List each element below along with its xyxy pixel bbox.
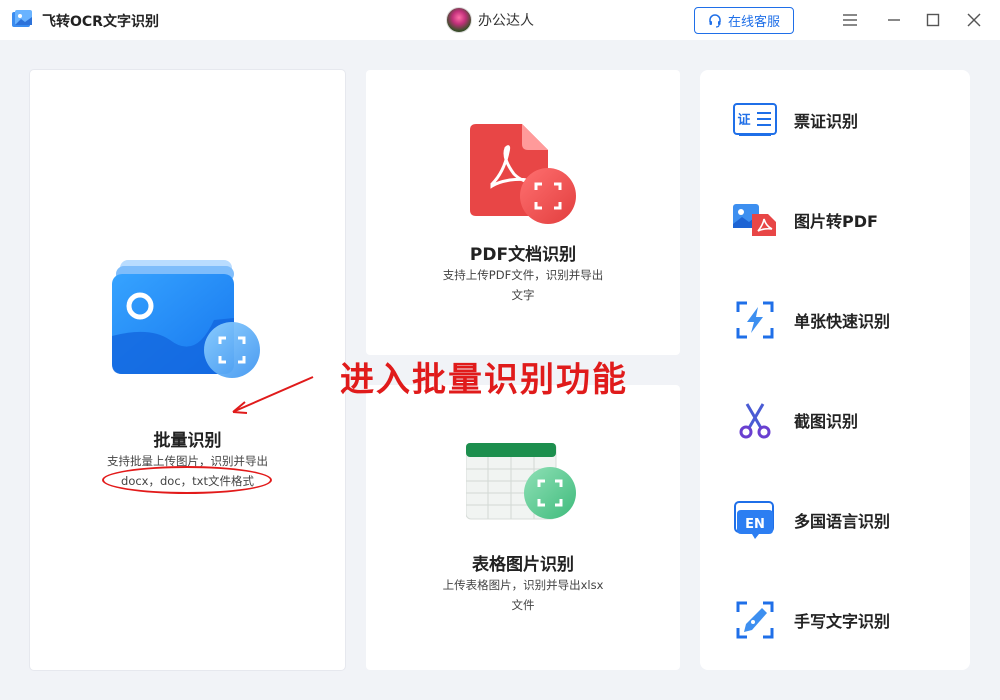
menu-item-multilanguage-label: 多国语言识别 [794, 512, 891, 531]
user-box[interactable]: 办公达人 [446, 7, 534, 33]
annotation-arrow-icon [232, 376, 314, 414]
svg-text:EN: EN [745, 517, 765, 532]
pdf-desc-line2: 文字 [511, 288, 535, 302]
language-icon: EN [734, 501, 774, 539]
maximize-icon [926, 13, 940, 27]
table-sheet-icon [466, 443, 576, 520]
close-button[interactable] [963, 9, 985, 31]
image-to-pdf-icon [733, 204, 776, 236]
lightning-scan-icon [736, 301, 774, 339]
menu-item-handwriting[interactable]: 手写文字识别 [732, 600, 890, 640]
batch-title: 批量识别 [153, 431, 222, 451]
table-desc-line2: 文件 [511, 598, 535, 612]
pdf-recognition-card[interactable]: PDF文档识别 支持上传PDF文件，识别并导出 文字 [366, 70, 680, 355]
batch-image-icon [112, 260, 260, 378]
svg-text:证: 证 [737, 113, 750, 128]
close-icon [967, 13, 981, 27]
id-card-icon: 证 [733, 103, 777, 136]
menu-item-multilanguage[interactable]: EN 多国语言识别 [732, 500, 890, 540]
online-service-button[interactable]: 在线客服 [694, 7, 794, 34]
annotation-oval [102, 466, 272, 494]
table-desc-line1: 上传表格图片，识别并导出xlsx [442, 578, 604, 592]
menu-item-screenshot[interactable]: 截图识别 [732, 400, 858, 440]
table-recognition-card[interactable]: 表格图片识别 上传表格图片，识别并导出xlsx 文件 [366, 385, 680, 670]
pdf-document-icon [470, 124, 576, 224]
table-title: 表格图片识别 [472, 555, 574, 575]
minimize-icon [888, 19, 900, 21]
pdf-desc-line1: 支持上传PDF文件，识别并导出 [442, 268, 604, 282]
menu-item-handwriting-label: 手写文字识别 [794, 612, 891, 631]
headset-icon [709, 13, 721, 28]
app-logo-icon [12, 10, 32, 27]
pen-scan-icon [736, 601, 774, 639]
menu-item-quick-scan[interactable]: 单张快速识别 [732, 300, 890, 340]
minimize-button[interactable] [883, 9, 905, 31]
menu-item-image-to-pdf-label: 图片转PDF [794, 212, 878, 231]
menu-item-quick-scan-label: 单张快速识别 [794, 312, 891, 331]
menu-item-image-to-pdf[interactable]: 图片转PDF [732, 200, 878, 240]
pdf-title: PDF文档识别 [469, 245, 577, 265]
user-name[interactable]: 办公达人 [478, 10, 534, 30]
online-service-label: 在线客服 [727, 15, 780, 30]
menu-item-ticket[interactable]: 证 票证识别 [732, 100, 858, 140]
hamburger-icon [843, 14, 857, 26]
menu-item-ticket-label: 票证识别 [794, 112, 859, 131]
annotation-text: 进入批量识别功能 [340, 360, 628, 400]
batch-recognition-card[interactable]: 批量识别 支持批量上传图片，识别并导出 docx，doc，txt文件格式 [30, 70, 345, 670]
menu-button[interactable] [839, 9, 861, 31]
tools-menu-card: 证 票证识别 图片转PDF 单张快速识别 截图识别 EN 多国语言识别 手写文字… [700, 70, 970, 670]
avatar[interactable] [446, 7, 472, 33]
scissors-icon [739, 403, 771, 439]
menu-item-screenshot-label: 截图识别 [794, 412, 859, 431]
app-title: 飞转OCR文字识别 [42, 14, 159, 30]
maximize-button[interactable] [922, 9, 944, 31]
title-bar: 飞转OCR文字识别 办公达人 在线客服 [0, 0, 1000, 40]
